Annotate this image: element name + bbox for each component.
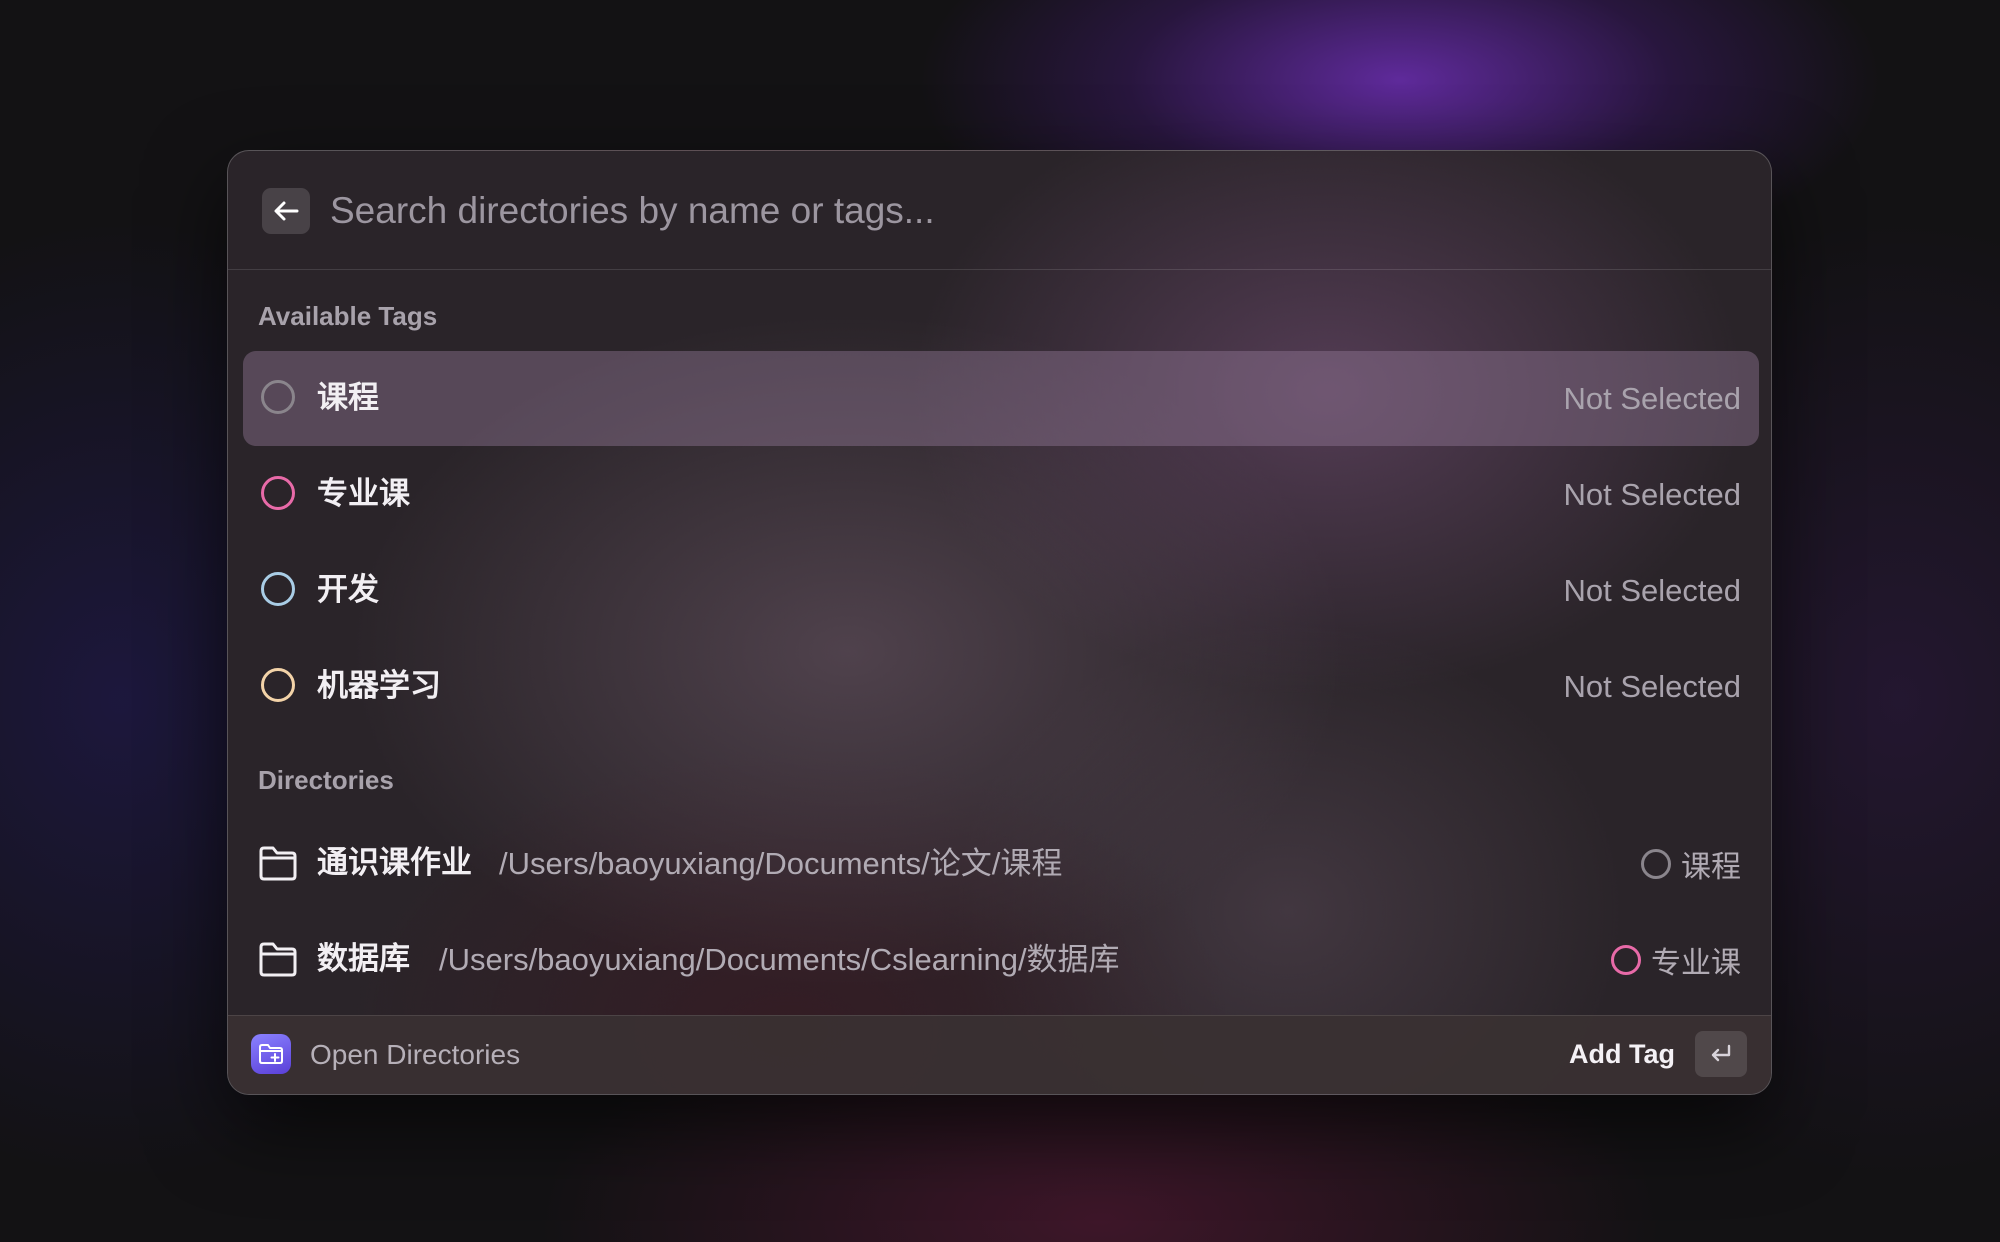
tag-row-1[interactable]: 专业课 Not Selected [243,447,1759,542]
tag-circle-icon [261,572,295,606]
directory-tag: 专业课 [1611,912,1741,1007]
directory-tag-label: 专业课 [1651,945,1741,981]
folder-icon [259,846,297,881]
directory-name: 通识课作业 [317,845,472,881]
tag-row-2[interactable]: 开发 Not Selected [243,543,1759,638]
directory-name: 数据库 [317,941,410,977]
directory-path: /Users/baoyuxiang/Documents/Cslearning/数… [439,942,1120,977]
launcher-window: Available Tags 课程 Not Selected 专业课 Not S… [227,150,1772,1095]
tag-circle-icon [1611,944,1641,975]
tag-row-3[interactable]: 机器学习 Not Selected [243,639,1759,734]
tag-status: Not Selected [1563,381,1742,416]
tag-row-0[interactable]: 课程 Not Selected [243,351,1759,446]
tag-name: 课程 [317,380,379,416]
arrow-left-icon [274,201,299,221]
return-key-icon[interactable] [1695,1031,1747,1077]
tag-name: 机器学习 [317,668,441,704]
directory-row-0[interactable]: 通识课作业 /Users/baoyuxiang/Documents/论文/课程 … [243,816,1759,911]
tag-name: 开发 [317,572,379,608]
footer-app-label: Open Directories [310,1039,521,1070]
tag-status: Not Selected [1563,477,1742,512]
tag-circle-icon [261,476,295,510]
available-tags-heading: Available Tags [258,301,438,331]
add-tag-button[interactable]: Add Tag [1569,1016,1675,1093]
search-input[interactable] [330,181,1710,241]
directories-heading: Directories [258,765,394,795]
folder-plus-glyph [259,1044,283,1064]
footer-bar: Open Directories Add Tag [228,1015,1771,1094]
directory-tag-label: 课程 [1681,849,1741,885]
tag-circle-icon [261,668,295,702]
search-bar [228,151,1771,270]
tag-status: Not Selected [1563,669,1742,704]
directory-tag: 课程 [1641,816,1741,911]
directory-row-1[interactable]: 数据库 /Users/baoyuxiang/Documents/Cslearni… [243,912,1759,1007]
tag-name: 专业课 [317,476,410,512]
folder-icon [259,942,297,977]
back-button[interactable] [262,188,310,234]
tag-status: Not Selected [1563,573,1742,608]
tag-circle-icon [261,380,295,414]
directory-path: /Users/baoyuxiang/Documents/论文/课程 [499,846,1063,881]
app-folder-plus-icon [251,1034,291,1074]
tag-circle-icon [1641,848,1671,879]
